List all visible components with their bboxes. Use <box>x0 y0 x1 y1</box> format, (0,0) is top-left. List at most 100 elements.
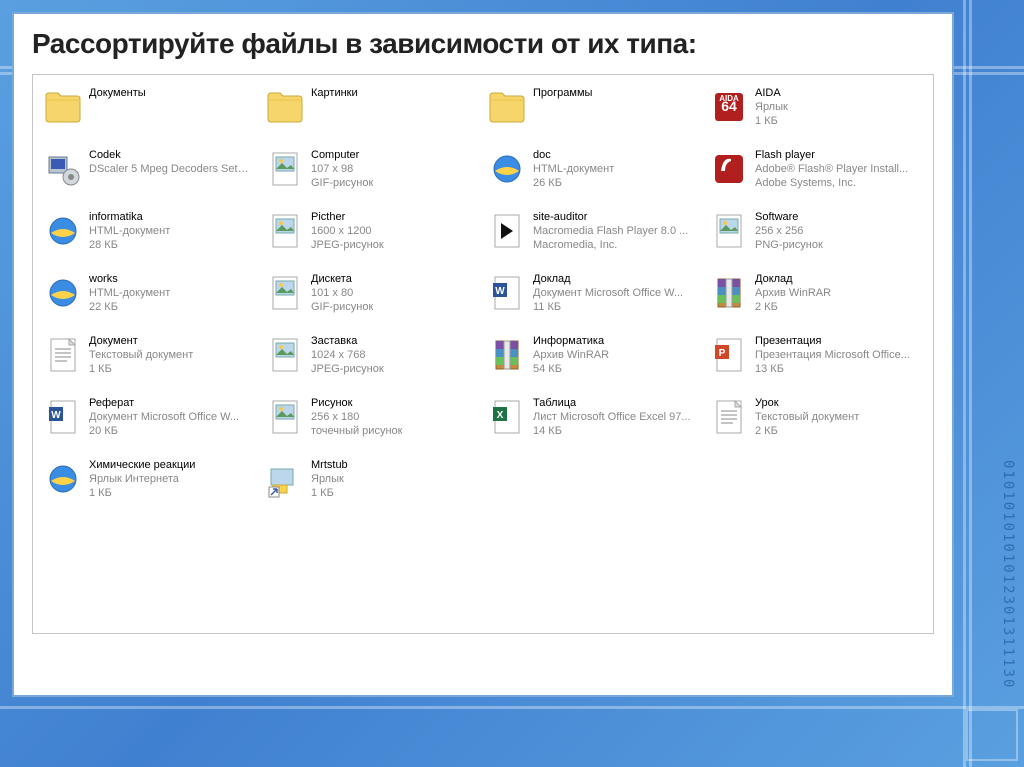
jpeg-icon <box>265 211 305 251</box>
folder-icon <box>265 87 305 127</box>
file-name: AIDA <box>755 87 788 101</box>
file-info: ДокладДокумент Microsoft Office W...11 К… <box>533 273 683 314</box>
file-meta: GIF-рисунок <box>311 177 373 191</box>
file-meta: 54 КБ <box>533 363 609 377</box>
file-meta: Ярлык <box>311 473 348 487</box>
file-info: Рисунок256 x 180точечный рисунок <box>311 397 402 438</box>
file-meta: 107 x 98 <box>311 163 373 177</box>
ie-icon <box>487 149 527 189</box>
file-name: Доклад <box>533 273 683 287</box>
file-name: Computer <box>311 149 373 163</box>
file-item[interactable]: Дискета101 x 80GIF-рисунок <box>263 271 481 323</box>
file-item[interactable]: ДокументТекстовый документ1 КБ <box>41 333 259 385</box>
file-name: Заставка <box>311 335 384 349</box>
file-meta: HTML-документ <box>533 163 614 177</box>
file-info: Picther1600 x 1200JPEG-рисунок <box>311 211 384 252</box>
file-item[interactable]: Заставка1024 x 768JPEG-рисунок <box>263 333 481 385</box>
file-info: Дискета101 x 80GIF-рисунок <box>311 273 373 314</box>
file-meta: Текстовый документ <box>89 349 193 363</box>
file-meta: JPEG-рисунок <box>311 239 384 253</box>
file-meta: 14 КБ <box>533 425 691 439</box>
file-item[interactable]: ДокладАрхив WinRAR2 КБ <box>707 271 925 323</box>
file-item[interactable]: site-auditorMacromedia Flash Player 8.0 … <box>485 209 703 261</box>
file-info: MrtstubЯрлык1 КБ <box>311 459 348 500</box>
file-name: Программы <box>533 87 592 101</box>
file-info: ДокументТекстовый документ1 КБ <box>89 335 193 376</box>
bmp-icon <box>265 397 305 437</box>
file-info: Заставка1024 x 768JPEG-рисунок <box>311 335 384 376</box>
file-meta: Текстовый документ <box>755 411 859 425</box>
file-name: Mrtstub <box>311 459 348 473</box>
ppt-icon <box>709 335 749 375</box>
ie-icon <box>43 459 83 499</box>
shortcut-icon <box>265 459 305 499</box>
file-info: Computer107 x 98GIF-рисунок <box>311 149 373 190</box>
file-item[interactable]: ДокладДокумент Microsoft Office W...11 К… <box>485 271 703 323</box>
file-name: Картинки <box>311 87 358 101</box>
file-meta: 1 КБ <box>311 487 348 501</box>
file-item[interactable]: РефератДокумент Microsoft Office W...20 … <box>41 395 259 447</box>
file-meta: Ярлык Интернета <box>89 473 195 487</box>
file-meta: 13 КБ <box>755 363 910 377</box>
file-info: AIDAЯрлык1 КБ <box>755 87 788 128</box>
folder-icon <box>43 87 83 127</box>
file-meta: PNG-рисунок <box>755 239 823 253</box>
file-grid: ДокументыКартинкиПрограммыAIDAЯрлык1 КБC… <box>41 85 925 509</box>
file-name: Codek <box>89 149 249 163</box>
file-item[interactable]: ИнформатикаАрхив WinRAR54 КБ <box>485 333 703 385</box>
file-meta: Документ Microsoft Office W... <box>533 287 683 301</box>
txt-icon <box>709 397 749 437</box>
file-item[interactable]: Flash playerAdobe® Flash® Player Install… <box>707 147 925 199</box>
setup-icon <box>43 149 83 189</box>
file-item[interactable]: ТаблицаЛист Microsoft Office Excel 97...… <box>485 395 703 447</box>
file-meta: 256 x 180 <box>311 411 402 425</box>
file-name: site-auditor <box>533 211 688 225</box>
file-item[interactable]: Software256 x 256PNG-рисунок <box>707 209 925 261</box>
rar-icon <box>487 335 527 375</box>
file-meta: 1 КБ <box>755 115 788 129</box>
file-info: Software256 x 256PNG-рисунок <box>755 211 823 252</box>
file-meta: Лист Microsoft Office Excel 97... <box>533 411 691 425</box>
file-item[interactable]: docHTML-документ26 КБ <box>485 147 703 199</box>
file-item[interactable]: MrtstubЯрлык1 КБ <box>263 457 481 509</box>
file-name: Picther <box>311 211 384 225</box>
file-meta: 20 КБ <box>89 425 239 439</box>
file-info: CodekDScaler 5 Mpeg Decoders Setup <box>89 149 249 177</box>
file-item[interactable]: worksHTML-документ22 КБ <box>41 271 259 323</box>
file-item[interactable]: УрокТекстовый документ2 КБ <box>707 395 925 447</box>
file-info: Картинки <box>311 87 358 101</box>
file-meta: 22 КБ <box>89 301 170 315</box>
file-meta: 1600 x 1200 <box>311 225 384 239</box>
file-item[interactable]: Computer107 x 98GIF-рисунок <box>263 147 481 199</box>
file-meta: 256 x 256 <box>755 225 823 239</box>
file-item[interactable]: Рисунок256 x 180точечный рисунок <box>263 395 481 447</box>
file-meta: 2 КБ <box>755 425 859 439</box>
file-meta: Архив WinRAR <box>533 349 609 363</box>
file-item[interactable]: AIDAЯрлык1 КБ <box>707 85 925 137</box>
file-item[interactable]: Химические реакцииЯрлык Интернета1 КБ <box>41 457 259 509</box>
file-info: ТаблицаЛист Microsoft Office Excel 97...… <box>533 397 691 438</box>
file-info: Flash playerAdobe® Flash® Player Install… <box>755 149 908 190</box>
file-meta: 2 КБ <box>755 301 831 315</box>
file-name: Software <box>755 211 823 225</box>
file-item[interactable]: CodekDScaler 5 Mpeg Decoders Setup <box>41 147 259 199</box>
file-meta: Презентация Microsoft Office... <box>755 349 910 363</box>
file-meta: Macromedia Flash Player 8.0 ... <box>533 225 688 239</box>
file-name: Информатика <box>533 335 609 349</box>
file-name: Таблица <box>533 397 691 411</box>
file-item[interactable]: ПрезентацияПрезентация Microsoft Office.… <box>707 333 925 385</box>
flash-icon <box>709 149 749 189</box>
file-name: doc <box>533 149 614 163</box>
file-meta: Macromedia, Inc. <box>533 239 688 253</box>
file-name: Доклад <box>755 273 831 287</box>
file-item[interactable]: Программы <box>485 85 703 137</box>
slide-card: Рассортируйте файлы в зависимости от их … <box>12 12 954 697</box>
file-item[interactable]: Picther1600 x 1200JPEG-рисунок <box>263 209 481 261</box>
gif-icon <box>265 149 305 189</box>
folder-icon <box>487 87 527 127</box>
file-item[interactable]: informatikaHTML-документ28 КБ <box>41 209 259 261</box>
file-item[interactable]: Документы <box>41 85 259 137</box>
file-item[interactable]: Картинки <box>263 85 481 137</box>
file-meta: Документ Microsoft Office W... <box>89 411 239 425</box>
file-meta: HTML-документ <box>89 225 170 239</box>
